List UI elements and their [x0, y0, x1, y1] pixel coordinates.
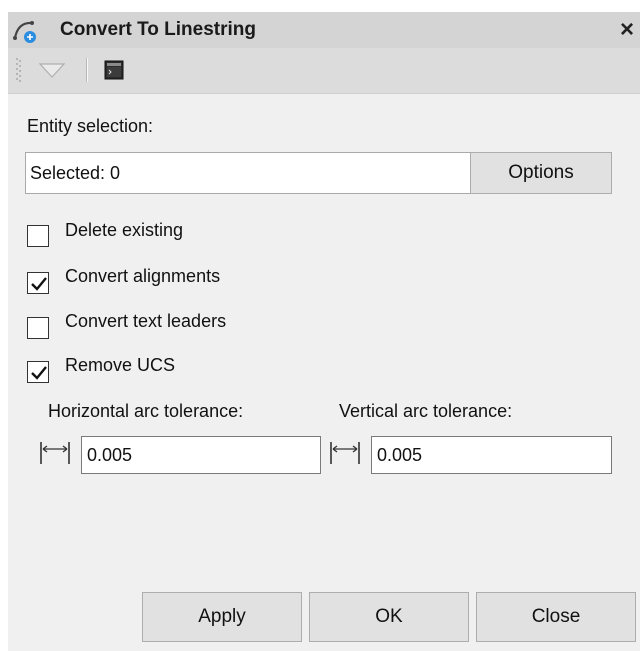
- selected-count-field[interactable]: Selected: 0: [25, 152, 480, 194]
- vertical-tolerance-input[interactable]: 0.005: [371, 436, 612, 474]
- checkmark-icon: [31, 366, 47, 380]
- vertical-tolerance-value: 0.005: [377, 445, 423, 465]
- delete-existing-checkbox[interactable]: [27, 225, 49, 247]
- dimension-width-icon: [329, 440, 361, 466]
- arc-to-line-icon: [12, 18, 38, 44]
- convert-to-linestring-dialog: Convert To Linestring × Entity selection…: [8, 12, 640, 651]
- convert-text-leaders-label: Convert text leaders: [65, 311, 227, 331]
- horizontal-tolerance-input[interactable]: 0.005: [81, 436, 321, 474]
- console-icon[interactable]: [104, 60, 124, 80]
- horizontal-tolerance-value: 0.005: [87, 445, 133, 465]
- horizontal-tolerance-label: Horizontal arc tolerance:: [48, 401, 244, 421]
- entity-selection-label: Entity selection:: [27, 116, 154, 136]
- remove-ucs-label: Remove UCS: [65, 355, 176, 375]
- options-button[interactable]: Options: [470, 152, 612, 194]
- toolbar-grip[interactable]: [16, 58, 22, 84]
- title-bar[interactable]: Convert To Linestring ×: [8, 12, 640, 48]
- convert-alignments-label: Convert alignments: [65, 266, 221, 286]
- delete-existing-label: Delete existing: [65, 220, 184, 240]
- dropdown-triangle-icon[interactable]: [38, 62, 66, 80]
- dimension-width-icon: [39, 440, 71, 466]
- close-button[interactable]: Close: [476, 592, 636, 642]
- vertical-tolerance-label: Vertical arc tolerance:: [339, 401, 513, 421]
- remove-ucs-checkbox[interactable]: [27, 361, 49, 383]
- toolbar-separator: [86, 58, 88, 82]
- checkmark-icon: [31, 277, 47, 291]
- toolbar: [8, 48, 640, 94]
- selected-count-value: Selected: 0: [30, 163, 121, 183]
- ok-button[interactable]: OK: [309, 592, 469, 642]
- convert-alignments-checkbox[interactable]: [27, 272, 49, 294]
- apply-button[interactable]: Apply: [142, 592, 302, 642]
- convert-text-leaders-checkbox[interactable]: [27, 317, 49, 339]
- close-icon[interactable]: ×: [620, 16, 634, 44]
- dialog-title: Convert To Linestring: [60, 19, 256, 40]
